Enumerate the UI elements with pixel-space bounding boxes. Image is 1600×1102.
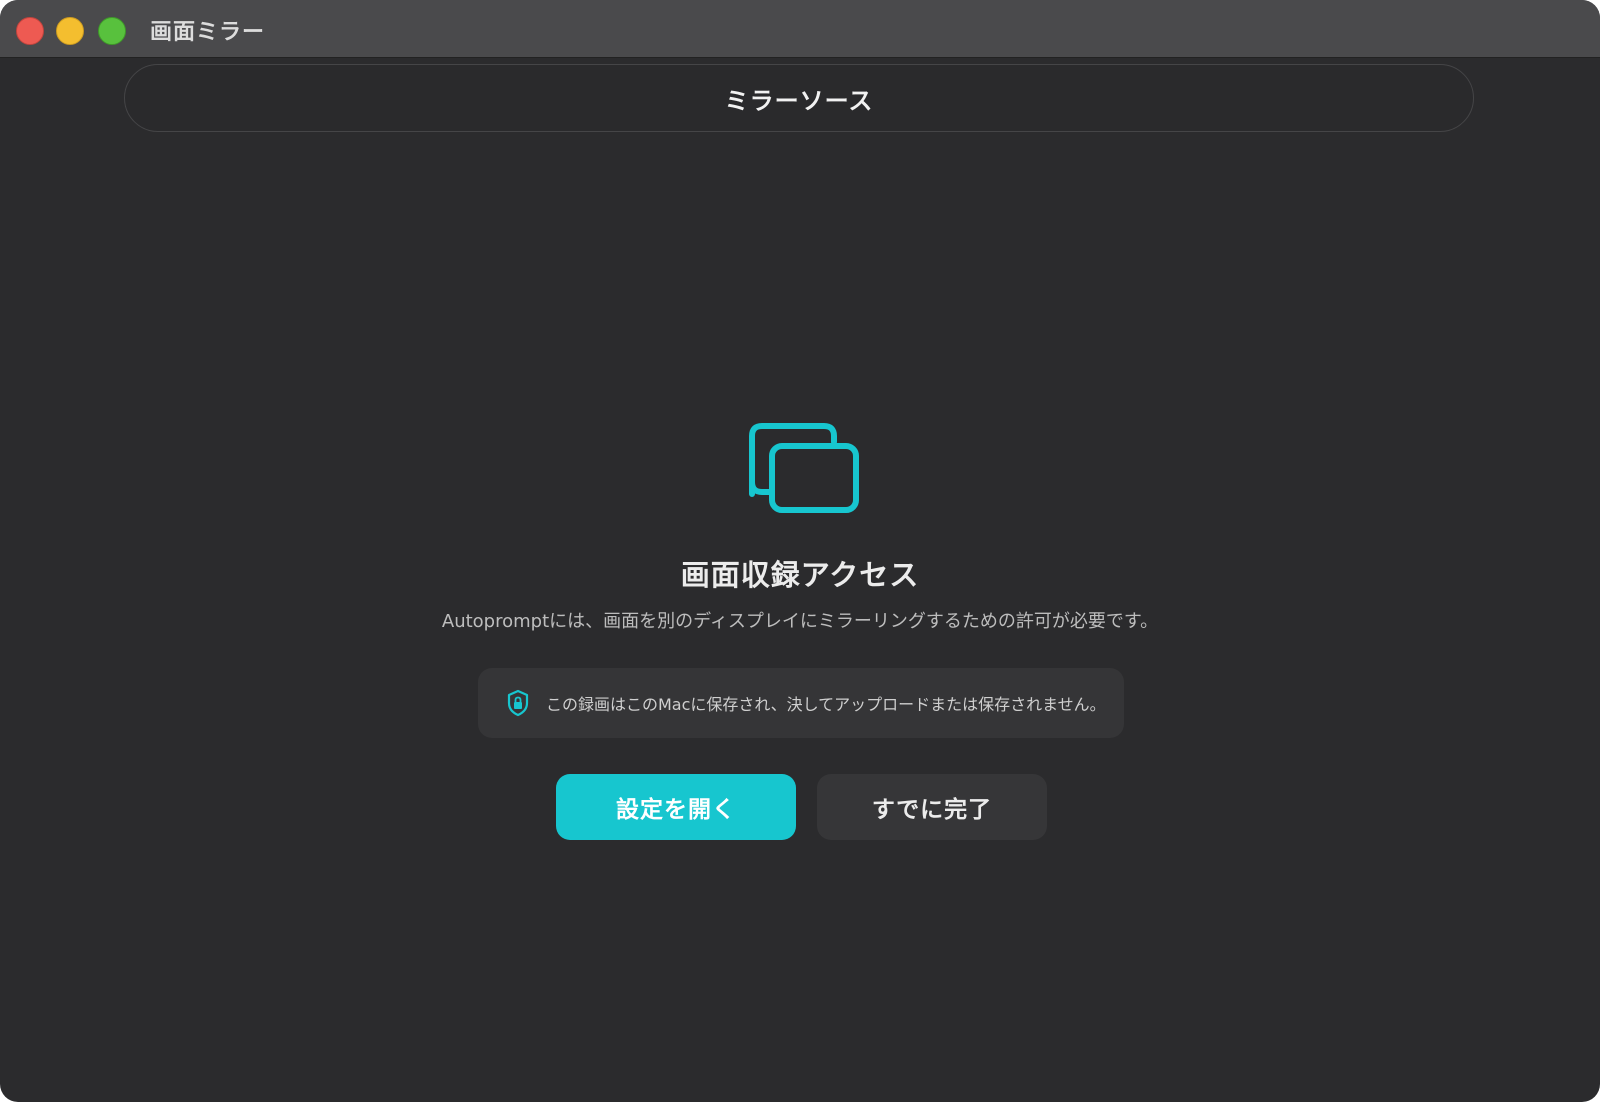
close-window-button[interactable]: [16, 17, 44, 45]
privacy-notice: この録画はこのMacに保存され、決してアップロードまたは保存されません。: [478, 668, 1124, 738]
privacy-notice-text: この録画はこのMacに保存され、決してアップロードまたは保存されません。: [546, 695, 1106, 714]
zoom-window-button[interactable]: [98, 17, 126, 45]
screens-stack-icon: [749, 423, 859, 513]
already-done-button[interactable]: すでに完了: [817, 774, 1047, 840]
mirror-source-tab-label: ミラーソース: [724, 86, 874, 115]
window-title: 画面ミラー: [150, 20, 266, 45]
app-window: 画面ミラー ミラーソース 画面収録アクセス Autopromptには、画面を別の…: [0, 0, 1600, 1102]
title-bar: 画面ミラー: [0, 0, 1600, 58]
mirror-source-tab[interactable]: ミラーソース: [124, 64, 1474, 132]
minimize-window-button[interactable]: [56, 17, 84, 45]
open-settings-button[interactable]: 設定を開く: [556, 774, 796, 840]
page-heading: 画面収録アクセス: [680, 558, 920, 592]
shield-lock-icon: [507, 689, 529, 717]
permission-description: Autopromptには、画面を別のディスプレイにミラーリングするための許可が必…: [441, 611, 1159, 632]
